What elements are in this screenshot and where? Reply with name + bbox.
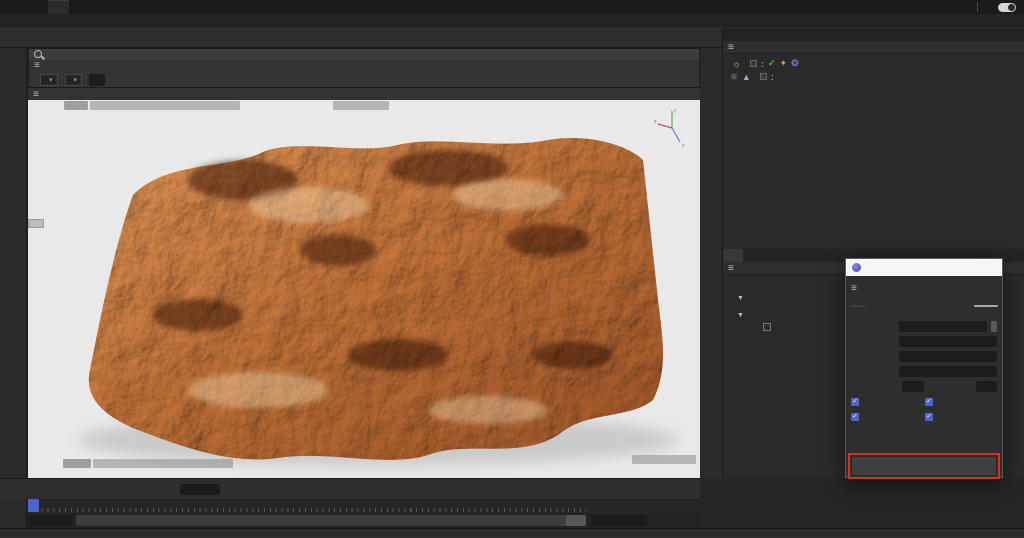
reset-objects-checkbox[interactable]: ✓ bbox=[851, 413, 923, 421]
chevron-down-icon: ▾ bbox=[49, 76, 53, 84]
objects-menu-bar: ≡ bbox=[723, 41, 1024, 54]
panel-filler bbox=[700, 478, 1024, 528]
application-window: ≡ ▾ ▾ ≡ bbox=[0, 0, 1024, 538]
synchronize-button[interactable] bbox=[851, 456, 997, 476]
status-bar bbox=[0, 528, 1024, 538]
viewport-info-overlay bbox=[90, 101, 240, 110]
terrain-object-icon: ▲ bbox=[741, 72, 752, 82]
playhead[interactable] bbox=[28, 499, 39, 512]
daylight-object-icon: ☼ bbox=[731, 59, 742, 69]
range-slider[interactable] bbox=[76, 515, 586, 526]
visibility-dots[interactable]: : bbox=[771, 72, 774, 82]
octane-window-title-bar bbox=[29, 49, 699, 60]
checkbox-check-icon: ✓ bbox=[925, 413, 933, 421]
enabled-check-icon[interactable]: ✓ bbox=[768, 58, 776, 69]
terrain-render bbox=[28, 100, 700, 478]
expand-icon[interactable]: ⊞ bbox=[731, 73, 737, 81]
viewport-menu-bar: ≡ bbox=[28, 88, 700, 100]
hamburger-icon[interactable]: ≡ bbox=[28, 89, 44, 100]
checkbox-check-icon: ✓ bbox=[851, 398, 859, 406]
range-start-field[interactable] bbox=[29, 515, 73, 526]
document-tab[interactable] bbox=[48, 0, 69, 14]
object-create-strip bbox=[700, 48, 722, 478]
main-menu-bar bbox=[0, 14, 1024, 27]
range-end-field[interactable] bbox=[591, 515, 647, 526]
hamburger-icon[interactable]: ≡ bbox=[29, 60, 45, 71]
import-layers-checkbox[interactable]: ✓ bbox=[851, 398, 923, 406]
viewport-stats-overlay bbox=[93, 459, 233, 468]
viewport-transform-overlay bbox=[63, 459, 91, 468]
animation-toolbar bbox=[0, 478, 700, 499]
hamburger-icon[interactable]: ≡ bbox=[851, 283, 857, 294]
collapse-arrow-icon[interactable]: ▼ bbox=[737, 295, 744, 302]
browse-button[interactable] bbox=[991, 321, 997, 332]
subd-render-input[interactable] bbox=[976, 381, 998, 392]
layout-toggle[interactable] bbox=[998, 3, 1016, 12]
octane-menu-bar: ≡ bbox=[29, 60, 699, 71]
world-creator-bridge-dialog: ≡ ✓ ✓ bbox=[845, 258, 1003, 478]
hamburger-icon[interactable]: ≡ bbox=[723, 42, 739, 53]
ruler-tick-marks bbox=[30, 508, 586, 512]
checkbox-check-icon: ✓ bbox=[851, 413, 859, 421]
sync-info-text bbox=[846, 312, 1002, 318]
kernel-dropdown[interactable]: ▾ bbox=[65, 74, 83, 86]
timeline-ruler[interactable] bbox=[28, 499, 700, 513]
octane-live-viewer-window: ≡ ▾ ▾ bbox=[28, 48, 700, 88]
object-row[interactable]: ☼ : ✓ ✦ ❂ bbox=[723, 57, 1024, 70]
tab-attributes[interactable] bbox=[723, 249, 743, 262]
axis-gizmo-icon: x y z bbox=[650, 106, 690, 150]
search-icon bbox=[33, 49, 45, 61]
height-scale-input[interactable] bbox=[899, 366, 997, 377]
subd-viewport-input[interactable] bbox=[902, 381, 924, 392]
octane-toolbar: ▾ ▾ bbox=[29, 71, 699, 88]
viewport-camera-overlay bbox=[333, 101, 389, 110]
splitter-handle[interactable] bbox=[28, 219, 44, 228]
viewport-fps-overlay bbox=[632, 455, 696, 464]
xml-path-input[interactable] bbox=[899, 321, 987, 332]
daylight-tag-icon[interactable]: ✦ bbox=[780, 58, 788, 69]
world-scale-input[interactable] bbox=[899, 351, 997, 362]
dialog-title-bar[interactable] bbox=[846, 259, 1002, 276]
viewport-info-overlay bbox=[64, 101, 88, 110]
layer-swatch[interactable] bbox=[750, 60, 757, 67]
world-creator-logo-icon bbox=[852, 263, 861, 272]
frame-range-row bbox=[28, 513, 700, 528]
svg-text:x: x bbox=[654, 119, 657, 125]
adjust-clipping-checkbox[interactable]: ✓ bbox=[925, 398, 997, 406]
svg-text:y: y bbox=[674, 108, 677, 114]
svg-text:z: z bbox=[682, 143, 685, 149]
bridge-tab[interactable] bbox=[850, 305, 866, 307]
current-frame-field[interactable] bbox=[180, 484, 220, 495]
object-row[interactable]: ⊞ ▲ : bbox=[723, 70, 1024, 83]
reset-materials-checkbox[interactable]: ✓ bbox=[925, 413, 997, 421]
about-tab[interactable] bbox=[868, 305, 884, 307]
checkbox[interactable] bbox=[763, 323, 771, 331]
window-title-bar bbox=[0, 0, 1024, 14]
tab-layers[interactable] bbox=[743, 249, 763, 262]
hamburger-icon[interactable]: ≡ bbox=[723, 263, 739, 274]
visibility-dots[interactable]: : bbox=[761, 59, 764, 69]
asset-name-input[interactable] bbox=[899, 336, 997, 347]
checkbox-check-icon: ✓ bbox=[925, 398, 933, 406]
exposure-field[interactable] bbox=[89, 74, 105, 86]
divider bbox=[977, 2, 978, 12]
dialog-tabs bbox=[846, 299, 1002, 312]
objects-panel-tabs bbox=[723, 28, 1024, 41]
collapse-arrow-icon[interactable]: ▼ bbox=[737, 312, 744, 319]
range-end-handle[interactable] bbox=[566, 515, 586, 526]
chevron-down-icon: ▾ bbox=[74, 76, 78, 84]
layer-swatch[interactable] bbox=[760, 73, 767, 80]
left-tool-palette bbox=[0, 48, 27, 528]
imager-dropdown[interactable]: ▾ bbox=[40, 74, 58, 86]
3d-viewport[interactable]: x y z bbox=[28, 100, 700, 478]
sky-tag-icon[interactable]: ❂ bbox=[791, 58, 799, 69]
reset-button[interactable] bbox=[974, 305, 998, 307]
